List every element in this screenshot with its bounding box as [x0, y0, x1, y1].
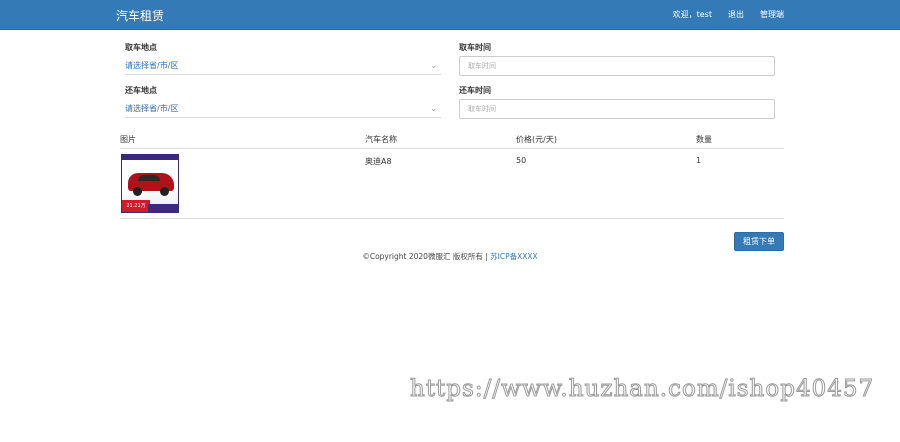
logout-link[interactable]: 退出	[728, 9, 744, 20]
page-footer: ©Copyright 2020微服汇 版权所有 | 苏ICP备XXXX	[0, 251, 900, 262]
admin-link[interactable]: 管理端	[760, 9, 784, 20]
welcome-user-link[interactable]: 欢迎，test	[673, 9, 712, 20]
return-location-value: 请选择省/市/区	[125, 104, 179, 113]
table-row: 21.21万 奥迪A8 50 1	[120, 149, 784, 219]
brand-title[interactable]: 汽车租赁	[116, 7, 164, 24]
user-nav: 欢迎，test 退出 管理端	[673, 9, 784, 20]
copyright-text: ©Copyright 2020微服汇 版权所有 |	[362, 252, 491, 261]
header-car-name: 汽车名称	[365, 135, 397, 144]
watermark-text: https://www.huzhan.com/ishop40457	[409, 376, 875, 403]
chevron-down-icon: ⌄	[430, 104, 437, 113]
pickup-time-label: 取车时间	[459, 43, 491, 52]
car-image-price-text: 21.21万	[122, 200, 150, 212]
car-price-cell: 50	[516, 156, 527, 165]
pickup-location-label: 取车地点	[125, 43, 157, 52]
rent-order-button[interactable]: 租赁下单	[734, 232, 784, 251]
return-time-label: 还车时间	[459, 86, 491, 95]
header-quantity: 数量	[696, 135, 712, 144]
pickup-location-value: 请选择省/市/区	[125, 61, 179, 70]
header-price: 价格(元/天)	[516, 135, 557, 144]
car-name-cell: 奥迪A8	[365, 157, 392, 166]
return-time-input[interactable]	[459, 99, 775, 119]
pickup-location-select[interactable]: 请选择省/市/区 ⌄	[125, 57, 441, 75]
car-table: 图片 汽车名称 价格(元/天) 数量 21.21万 奥迪A8 50 1	[120, 132, 784, 219]
chevron-down-icon: ⌄	[430, 61, 437, 70]
return-location-label: 还车地点	[125, 86, 157, 95]
car-quantity-cell: 1	[696, 156, 702, 165]
pickup-time-input[interactable]	[459, 56, 775, 76]
car-image: 21.21万	[121, 154, 179, 213]
return-location-select[interactable]: 请选择省/市/区 ⌄	[125, 100, 441, 118]
top-navbar: 汽车租赁 欢迎，test 退出 管理端	[0, 0, 900, 30]
table-header: 图片 汽车名称 价格(元/天) 数量	[120, 132, 784, 149]
icp-link[interactable]: 苏ICP备XXXX	[490, 252, 538, 261]
header-image: 图片	[120, 135, 136, 144]
